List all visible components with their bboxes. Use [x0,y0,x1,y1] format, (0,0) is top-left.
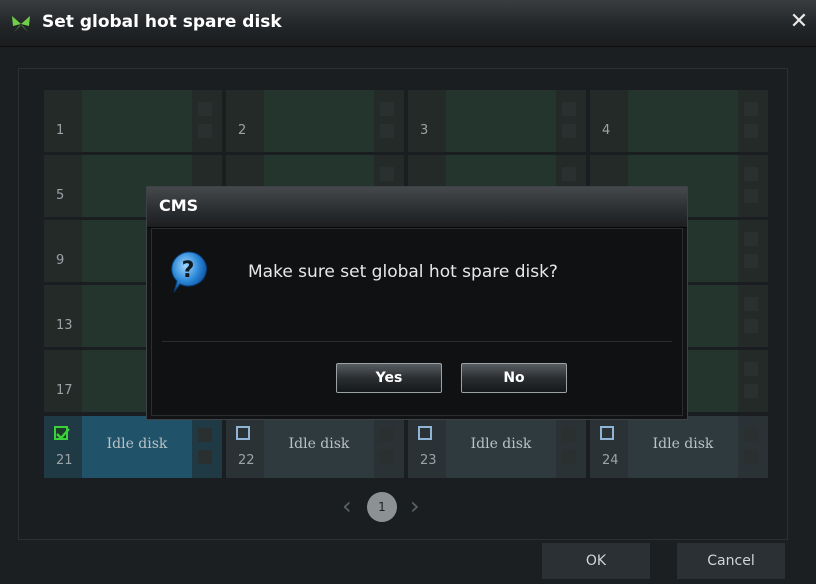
slot-indicator [562,450,576,464]
slot-number: 2 [238,123,247,138]
next-page-arrow-icon[interactable]: › [410,492,420,520]
slot-indicator [744,189,758,203]
slot-indicator [744,232,758,246]
slot-number: 3 [420,123,429,138]
slot-indicator [380,102,394,116]
window-titlebar: Set global hot spare disk ✕ [0,0,816,47]
slot-number: 21 [56,453,73,468]
pagination: ‹ 1 › [340,490,430,524]
ok-button[interactable]: OK [542,543,650,579]
disk-slot-4: 4 [590,90,768,152]
current-page-indicator[interactable]: 1 [367,492,397,522]
slot-24-checkbox[interactable] [600,426,614,440]
dialog-divider [162,341,672,342]
slot-body: Idle disk [82,416,192,478]
slot-body: Idle disk [264,416,374,478]
slot-indicator [380,167,394,181]
slot-indicator [198,428,212,442]
slot-number: 4 [602,123,611,138]
disk-slot-21[interactable]: Idle disk 21 [44,416,222,478]
slot-indicator [744,450,758,464]
slot-22-checkbox[interactable] [236,426,250,440]
slot-indicator [744,102,758,116]
slot-indicator [380,450,394,464]
slot-indicator [744,362,758,376]
disk-slot-22[interactable]: Idle disk 22 [226,416,404,478]
slot-number: 1 [56,123,65,138]
disk-slot-23[interactable]: Idle disk 23 [408,416,586,478]
slot-indicator [380,124,394,138]
slot-indicator [198,102,212,116]
slot-number: 22 [238,453,255,468]
disk-slot-24[interactable]: Idle disk 24 [590,416,768,478]
slot-number: 24 [602,453,619,468]
no-button[interactable]: No [461,363,567,393]
yes-button[interactable]: Yes [336,363,442,393]
disk-slot-3: 3 [408,90,586,152]
slot-body [446,90,556,152]
slot-23-checkbox[interactable] [418,426,432,440]
window-title: Set global hot spare disk [42,12,282,32]
slot-indicator [744,319,758,333]
dialog-titlebar: CMS [147,187,687,228]
close-icon[interactable]: ✕ [788,11,810,33]
disk-slot-2: 2 [226,90,404,152]
slot-number: 23 [420,453,437,468]
slot-body [82,90,192,152]
cancel-button[interactable]: Cancel [677,543,785,579]
slot-indicator [744,428,758,442]
svg-text:?: ? [182,258,195,283]
slot-status-label: Idle disk [652,436,714,452]
slot-body [264,90,374,152]
slot-body: Idle disk [628,416,738,478]
slot-number: 13 [56,318,73,333]
dialog-title: CMS [159,196,199,215]
checkmark-icon [56,428,70,440]
slot-21-checkbox[interactable] [54,426,70,440]
slot-indicator [744,384,758,398]
dialog-body: ? Make sure set global hot spare disk? Y… [151,228,683,416]
slot-indicator [562,124,576,138]
slot-indicator [562,167,576,181]
previous-page-arrow-icon[interactable]: ‹ [342,492,352,520]
slot-indicator [198,124,212,138]
slot-status-label: Idle disk [288,436,350,452]
slot-number: 9 [56,253,65,268]
slot-indicator [380,428,394,442]
question-icon: ? [171,251,207,293]
slot-indicator [744,167,758,181]
confirm-dialog: CMS ? Make sure set global hot spare dis… [146,186,688,420]
slot-indicator [744,297,758,311]
dialog-message: Make sure set global hot spare disk? [248,262,558,282]
slot-indicator [562,102,576,116]
slot-number: 17 [56,383,73,398]
slot-body: Idle disk [446,416,556,478]
slot-indicator [744,124,758,138]
slot-indicator [744,254,758,268]
slot-status-label: Idle disk [106,436,168,452]
slot-indicator [562,428,576,442]
slot-indicator [198,450,212,464]
disk-slot-1: 1 [44,90,222,152]
butterfly-logo-icon [12,16,30,32]
slot-status-label: Idle disk [470,436,532,452]
slot-body [628,90,738,152]
slot-number: 5 [56,188,65,203]
